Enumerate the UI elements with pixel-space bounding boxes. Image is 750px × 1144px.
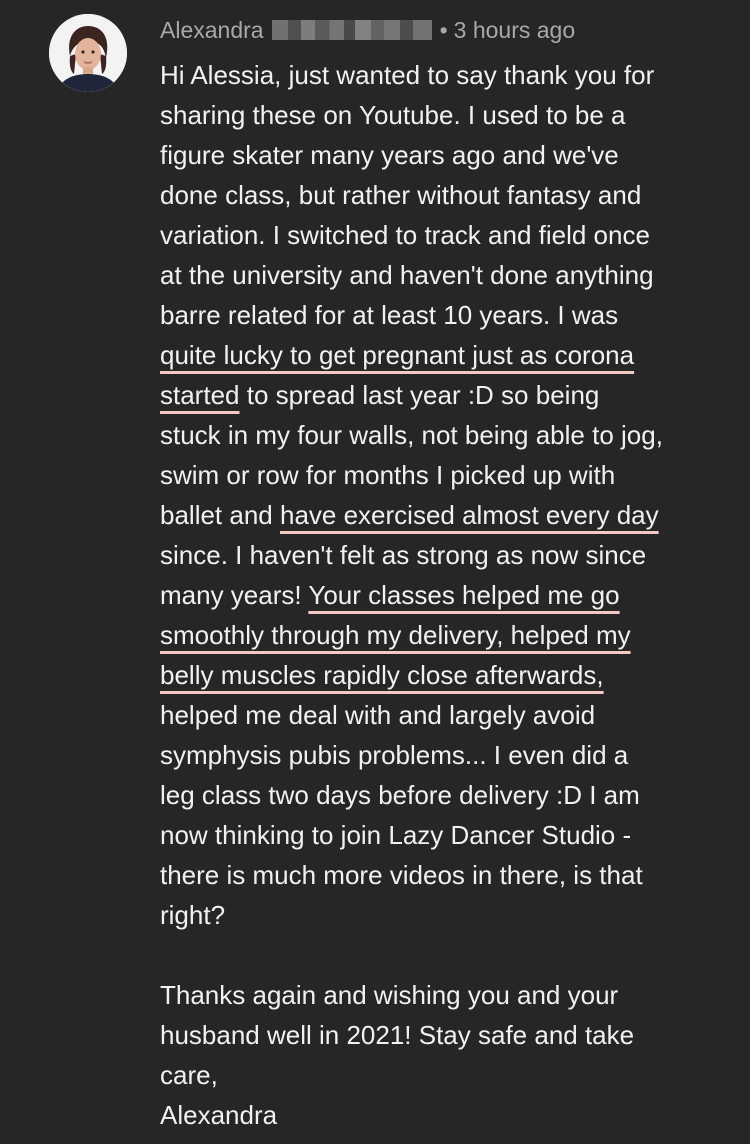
redacted-surname	[271, 20, 432, 40]
comment-line: Thanks again and wishing you and your	[160, 980, 619, 1010]
comment-text-run: many years!	[160, 580, 309, 610]
comment-header: Alexandra • 3 hours ago	[160, 14, 575, 46]
comment-line: variation. I switched to track and field…	[160, 220, 650, 250]
comment-text: Hi Alessia, just wanted to say thank you…	[160, 55, 730, 1135]
comment-line: swim or row for months I picked up with	[160, 460, 616, 490]
comment-line: leg class two days before delivery :D I …	[160, 780, 640, 810]
user-avatar-icon	[49, 14, 127, 92]
comment-line: smoothly through my delivery, helped my	[160, 615, 730, 655]
comment-line: there is much more videos in there, is t…	[160, 860, 643, 890]
highlighted-text: have exercised almost every day	[279, 500, 659, 530]
timestamp[interactable]: 3 hours ago	[454, 17, 575, 44]
comment-text-run: ballet and	[160, 500, 280, 530]
comment-line: started to spread last year :D so being	[160, 375, 730, 415]
comment-line: since. I haven't felt as strong as now s…	[160, 540, 647, 570]
comment-line: done class, but rather without fantasy a…	[160, 180, 642, 210]
highlighted-text: Your classes helped me go	[308, 580, 620, 610]
comment-line: husband well in 2021! Stay safe and take	[160, 1020, 635, 1050]
comment-line: figure skater many years ago and we've	[160, 140, 619, 170]
comment-line: Alexandra	[160, 1100, 278, 1130]
comment-line: right?	[160, 900, 226, 930]
comment-line: helped me deal with and largely avoid	[160, 700, 596, 730]
highlighted-text: quite lucky to get pregnant just as coro…	[160, 340, 635, 370]
comment-line: symphysis pubis problems... I even did a	[160, 740, 629, 770]
author-name[interactable]: Alexandra	[160, 17, 264, 44]
separator-dot: •	[439, 16, 448, 43]
comment-line: sharing these on Youtube. I used to be a	[160, 100, 626, 130]
comment-line: care,	[160, 1060, 218, 1090]
comment-line: now thinking to join Lazy Dancer Studio …	[160, 820, 632, 850]
comment-line: stuck in my four walls, not being able t…	[160, 420, 663, 450]
comment-line: quite lucky to get pregnant just as coro…	[160, 335, 730, 375]
highlighted-text: started	[160, 380, 240, 410]
comment-line: belly muscles rapidly close afterwards,	[160, 655, 730, 695]
avatar[interactable]	[49, 14, 127, 92]
comment-line: Hi Alessia, just wanted to say thank you…	[160, 60, 655, 90]
comment-line: ballet and have exercised almost every d…	[160, 495, 730, 535]
highlighted-text: belly muscles rapidly close afterwards,	[160, 660, 604, 690]
highlighted-text: smoothly through my delivery, helped my	[160, 620, 631, 650]
comment-text-run: to spread last year :D so being	[239, 380, 600, 410]
comment-line: barre related for at least 10 years. I w…	[160, 300, 619, 330]
comment-line: at the university and haven't done anyth…	[160, 260, 654, 290]
comment-line: many years! Your classes helped me go	[160, 575, 730, 615]
comment: Alexandra • 3 hours ago Hi Alessia, just…	[0, 0, 750, 1144]
